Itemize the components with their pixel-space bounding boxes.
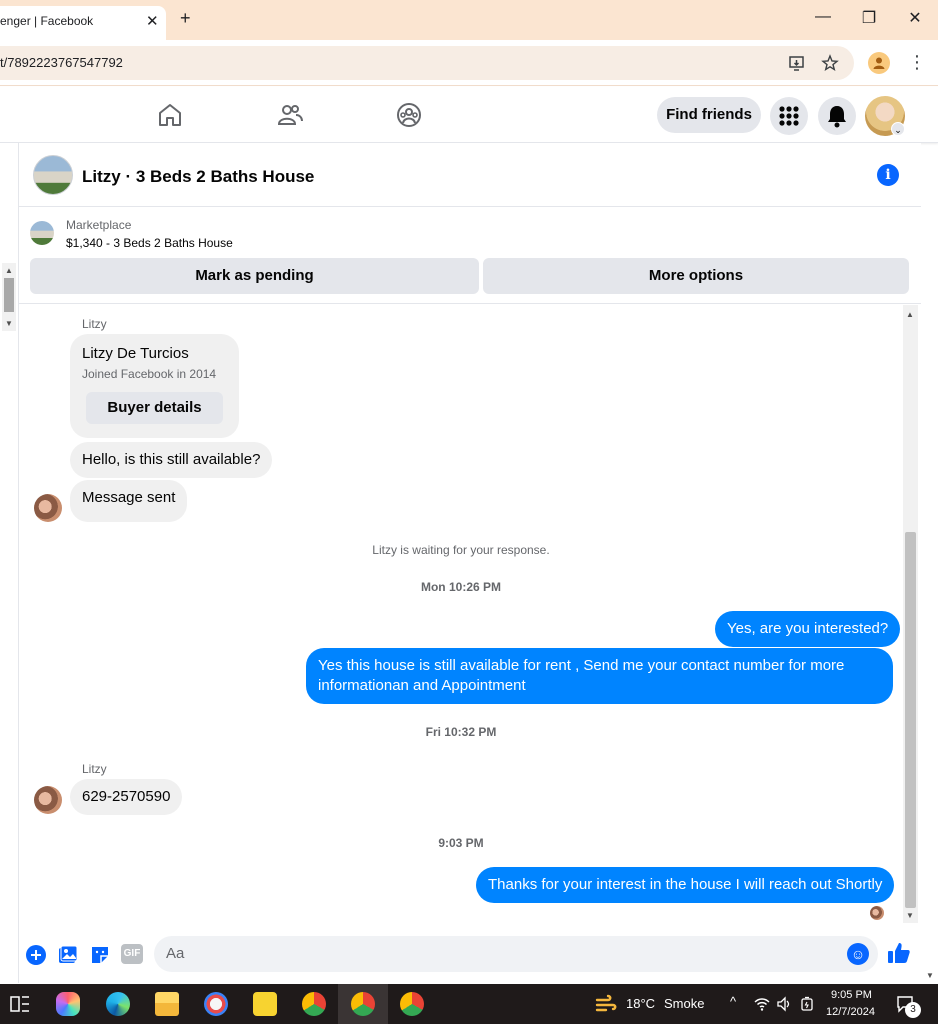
- friends-icon[interactable]: [276, 101, 304, 129]
- left-scroll-up-icon[interactable]: ▲: [5, 266, 13, 275]
- marketplace-banner: Marketplace $1,340 - 3 Beds 2 Baths Hous…: [19, 208, 921, 304]
- timestamp: Mon 10:26 PM: [420, 580, 501, 594]
- listing-title[interactable]: $1,340 - 3 Beds 2 Baths House: [66, 236, 233, 250]
- weather-temp[interactable]: 18°C: [626, 996, 655, 1011]
- notification-count-badge: 3: [905, 1002, 921, 1018]
- bookmark-star-icon[interactable]: [821, 54, 839, 72]
- paint-icon[interactable]: [204, 992, 228, 1016]
- groups-icon[interactable]: [395, 101, 423, 129]
- incoming-message[interactable]: 629-2570590: [70, 779, 183, 815]
- seen-avatar: [870, 906, 884, 920]
- mark-as-pending-button[interactable]: Mark as pending: [30, 258, 479, 294]
- bell-icon: [828, 106, 846, 128]
- incoming-message[interactable]: Message sent: [70, 480, 188, 522]
- buyer-name[interactable]: Litzy De Turcios: [82, 344, 189, 364]
- timestamp: Fri 10:32 PM: [425, 725, 497, 739]
- url-text[interactable]: t/7892223767547792: [0, 55, 123, 70]
- notifications-button[interactable]: [818, 97, 856, 135]
- find-friends-button[interactable]: Find friends: [657, 97, 761, 133]
- listing-avatar[interactable]: [33, 155, 73, 195]
- task-view-icon[interactable]: [8, 992, 32, 1016]
- minimize-icon[interactable]: —: [813, 8, 833, 26]
- sticky-notes-icon[interactable]: [253, 992, 277, 1016]
- chevron-down-icon[interactable]: ⌄: [891, 122, 905, 136]
- browser-menu-icon[interactable]: ⋮: [908, 52, 926, 73]
- message-input-placeholder: Aa: [166, 945, 185, 962]
- tab-title: enger | Facebook: [0, 14, 94, 28]
- chrome-icon[interactable]: [302, 992, 326, 1016]
- sender-name: Litzy: [82, 762, 107, 776]
- emoji-icon[interactable]: ☺: [847, 943, 869, 965]
- sticker-icon[interactable]: [90, 945, 110, 965]
- wifi-icon[interactable]: [754, 996, 770, 1012]
- contact-avatar[interactable]: [34, 786, 62, 814]
- chat-title[interactable]: Litzy · 3 Beds 2 Baths House: [82, 167, 314, 187]
- marketplace-label: Marketplace: [66, 218, 132, 232]
- buyer-joined: Joined Facebook in 2014: [82, 367, 217, 381]
- chat-scrollbar-thumb[interactable]: [905, 532, 916, 908]
- left-scroll-down-icon[interactable]: ▼: [5, 319, 13, 328]
- outgoing-message[interactable]: Thanks for your interest in the house I …: [476, 867, 895, 903]
- smoke-weather-icon[interactable]: [594, 992, 618, 1016]
- chrome-icon[interactable]: [351, 992, 375, 1016]
- incoming-message[interactable]: Hello, is this still available?: [70, 442, 273, 478]
- browser-tab[interactable]: enger | Facebook ✕: [0, 6, 166, 40]
- buyer-profile-card: Litzy De Turcios Joined Facebook in 2014…: [70, 334, 239, 438]
- chat-scroll-down-icon[interactable]: ▼: [906, 911, 914, 920]
- message-input[interactable]: Aa ☺: [154, 936, 878, 972]
- browser-tab-bar: enger | Facebook ✕ + — ❐ ✕: [0, 0, 938, 40]
- gif-icon[interactable]: GIF: [121, 944, 143, 964]
- timestamp: 9:03 PM: [438, 836, 484, 850]
- windows-taskbar: 18°C Smoke ^ 9:05 PM 12/7/2024 3: [0, 984, 938, 1024]
- page-scroll-down-icon[interactable]: ▼: [926, 971, 934, 980]
- copilot-icon[interactable]: [56, 992, 80, 1016]
- speaker-icon[interactable]: [776, 996, 792, 1012]
- weather-desc[interactable]: Smoke: [664, 996, 704, 1011]
- window-close-icon[interactable]: ✕: [905, 8, 925, 28]
- address-bar: t/7892223767547792 ⋮: [0, 40, 938, 86]
- chevron-up-icon[interactable]: ^: [730, 994, 736, 1009]
- chat-header: Litzy · 3 Beds 2 Baths House i: [19, 143, 921, 207]
- install-app-icon[interactable]: [788, 54, 806, 72]
- more-options-button[interactable]: More options: [483, 258, 909, 294]
- outgoing-message[interactable]: Yes, are you interested?: [715, 611, 901, 647]
- message-composer: GIF Aa ☺: [19, 926, 921, 983]
- battery-icon[interactable]: [800, 996, 816, 1012]
- browser-profile-icon[interactable]: [868, 52, 890, 74]
- chat-scroll-up-icon[interactable]: ▲: [906, 310, 914, 319]
- clock-date[interactable]: 12/7/2024: [826, 1006, 875, 1018]
- contact-avatar[interactable]: [34, 494, 62, 522]
- waiting-status: Litzy is waiting for your response.: [372, 543, 550, 557]
- plus-circle-icon[interactable]: [26, 945, 46, 965]
- grid-icon: [779, 106, 799, 126]
- clock-time[interactable]: 9:05 PM: [831, 989, 872, 1001]
- facebook-top-nav: Find friends ⌄: [0, 87, 938, 143]
- file-explorer-icon[interactable]: [155, 992, 179, 1016]
- photo-icon[interactable]: [58, 945, 78, 965]
- omnibox[interactable]: t/7892223767547792: [0, 46, 854, 80]
- listing-thumbnail[interactable]: [30, 221, 54, 245]
- home-icon[interactable]: [156, 101, 184, 129]
- buyer-details-button[interactable]: Buyer details: [86, 392, 223, 424]
- sender-name: Litzy: [82, 317, 107, 331]
- tab-close-icon[interactable]: ✕: [146, 12, 159, 30]
- thumbs-up-icon[interactable]: [887, 941, 911, 965]
- info-icon[interactable]: i: [877, 164, 899, 186]
- left-scrollbar-thumb[interactable]: [4, 278, 14, 312]
- chrome-icon[interactable]: [400, 992, 424, 1016]
- outgoing-message[interactable]: Yes this house is still available for re…: [306, 648, 893, 704]
- new-tab-icon[interactable]: +: [180, 8, 191, 29]
- menu-grid-button[interactable]: [770, 97, 808, 135]
- message-thread: Litzy Litzy De Turcios Joined Facebook i…: [19, 305, 903, 925]
- restore-icon[interactable]: ❐: [859, 8, 879, 28]
- edge-icon[interactable]: [106, 992, 130, 1016]
